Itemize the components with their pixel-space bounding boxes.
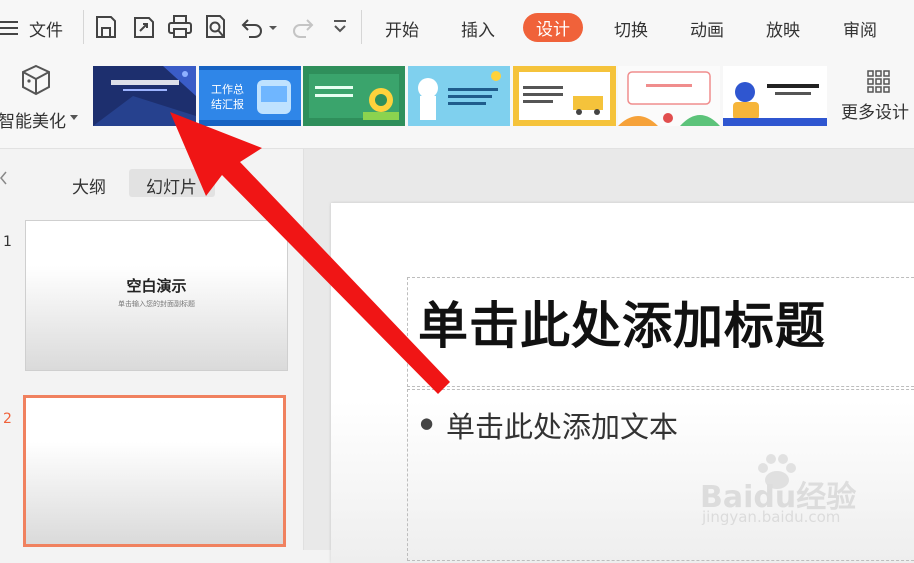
annotation-arrow-icon [170,112,450,394]
